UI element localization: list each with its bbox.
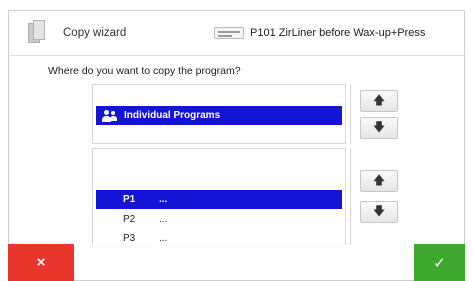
group-list-scroll-controls: 🡅 🡇 <box>350 84 410 144</box>
arrow-down-icon: 🡇 <box>372 119 386 134</box>
program-scroll-up-button[interactable]: 🡅 <box>360 170 398 192</box>
check-icon: ✓ <box>433 254 446 272</box>
program-list-scroll-controls: 🡅 🡇 <box>350 148 410 245</box>
arrow-up-icon: 🡅 <box>372 172 386 187</box>
close-icon: × <box>36 254 46 271</box>
users-group-icon <box>102 109 118 122</box>
program-number: P2 <box>123 214 136 225</box>
program-name: ... <box>159 214 168 225</box>
group-item-individual-programs[interactable]: Individual Programs <box>96 106 342 125</box>
group-scroll-up-button[interactable]: 🡅 <box>360 90 398 112</box>
current-program-label: P101 ZirLiner before Wax-up+Press <box>250 27 426 39</box>
cancel-button[interactable]: × <box>8 244 74 281</box>
program-list[interactable]: P1 ... P2 ... P3 ... <box>92 148 346 245</box>
arrow-up-icon: 🡅 <box>372 92 386 107</box>
arrow-down-icon: 🡇 <box>372 203 386 218</box>
list-item[interactable]: P2 ... <box>96 210 342 229</box>
group-scroll-down-button[interactable]: 🡇 <box>360 117 398 139</box>
program-number: P3 <box>123 233 136 244</box>
question-text: Where do you want to copy the program? <box>48 65 241 77</box>
window-title: Copy wizard <box>63 27 127 39</box>
list-item[interactable]: P1 ... <box>96 190 342 209</box>
group-list[interactable]: Individual Programs <box>92 84 346 144</box>
confirm-button[interactable]: ✓ <box>414 244 465 281</box>
program-name: ... <box>159 233 168 244</box>
program-number: P1 <box>123 194 136 205</box>
program-scroll-down-button[interactable]: 🡇 <box>360 201 398 223</box>
header-bar: Copy wizard P101 ZirLiner before Wax-up+… <box>8 10 465 56</box>
program-name: ... <box>159 194 168 205</box>
list-item[interactable]: P3 ... <box>96 229 342 248</box>
brand-logo-icon <box>214 27 244 39</box>
copy-pages-icon <box>28 20 46 44</box>
group-item-label: Individual Programs <box>124 110 221 121</box>
